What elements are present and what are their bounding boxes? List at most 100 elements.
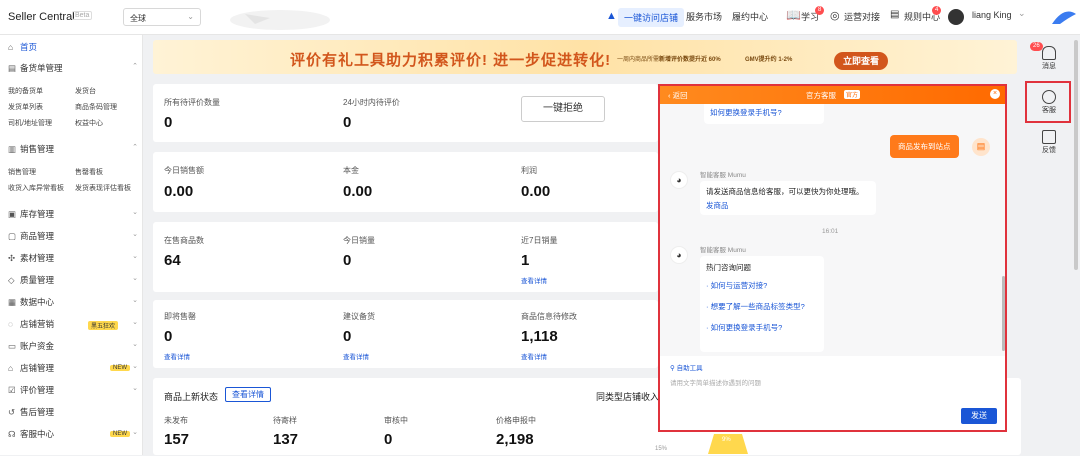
- chat-input[interactable]: 请用文字简单描述你遇到的问题: [670, 377, 950, 387]
- sidebar-item-home[interactable]: ⌂ 首页: [8, 41, 138, 53]
- stat-label: 本金: [343, 166, 359, 175]
- stat-label: 24小时内待评价: [343, 98, 400, 107]
- service-market-link[interactable]: 服务市场: [686, 10, 722, 23]
- material-icon: ✣: [8, 253, 16, 263]
- sidebar-item-marketing[interactable]: ◌ 店铺营销 ⌄: [8, 318, 138, 330]
- stat-label: 审核中: [384, 416, 408, 425]
- sidebar-sub-item[interactable]: 我的备货单: [8, 86, 43, 96]
- chevron-down-icon: ⌄: [132, 319, 138, 326]
- message-bubble: 请发送商品信息给客服，可以更快为你处理哦。 发商品: [700, 181, 876, 215]
- view-detail-link[interactable]: 查看详情: [521, 351, 547, 361]
- send-product-link[interactable]: 发商品: [706, 200, 729, 211]
- fulfillment-center-link[interactable]: 履约中心: [732, 10, 768, 23]
- faq-link[interactable]: · 想要了解一些商品标签类型?: [706, 301, 805, 312]
- chat-scrollbar[interactable]: [1002, 276, 1005, 351]
- sidebar-item-inventory[interactable]: ▣ 库存管理 ⌄: [8, 208, 138, 220]
- sidebar-sub-item[interactable]: 售罄看板: [75, 167, 103, 177]
- sidebar-item-materials[interactable]: ✣ 素材管理 ⌄: [8, 252, 138, 264]
- sidebar-item-funds[interactable]: ▭ 账户资金 ⌄: [8, 340, 138, 352]
- header-decoration: [230, 10, 330, 30]
- sidebar-sub-item[interactable]: 商品条码管理: [75, 102, 117, 112]
- view-detail-link[interactable]: 查看详情: [164, 351, 190, 361]
- region-select[interactable]: 全球 ⌄: [123, 8, 201, 26]
- sidebar-item-quality[interactable]: ◇ 质量管理 ⌄: [8, 274, 138, 286]
- timestamp: 16:01: [822, 228, 839, 235]
- app-title[interactable]: Seller Central: [8, 11, 75, 23]
- sidebar-sub-item[interactable]: 权益中心: [75, 118, 103, 128]
- back-button[interactable]: ‹ 返回: [668, 90, 688, 101]
- stat-label: 今日销售额: [164, 166, 204, 175]
- view-detail-link[interactable]: 查看详情: [521, 275, 547, 285]
- agent-name: 智能客服 Mumu: [700, 247, 746, 254]
- sidebar-item-sales[interactable]: ▥ 销售管理 ⌃: [8, 143, 138, 155]
- send-button[interactable]: 发送: [961, 408, 997, 424]
- stat-value: 2,198: [496, 431, 534, 448]
- headset-icon: ☊: [8, 429, 16, 439]
- stat-value: 0: [384, 431, 393, 448]
- stat-value: 0.00: [521, 183, 551, 200]
- stat-label: 即将售罄: [164, 312, 196, 321]
- aftersales-icon: ↺: [8, 407, 16, 417]
- visit-store-button[interactable]: 一键访问店铺: [618, 8, 685, 27]
- avatar[interactable]: [948, 9, 964, 25]
- stat-value: 1: [521, 252, 530, 269]
- sidebar-sub-item[interactable]: 销售管理: [8, 167, 36, 177]
- message-badge: 26: [1030, 42, 1043, 51]
- learn-badge: 8: [815, 6, 825, 15]
- agent-message: 请发送商品信息给客服，可以更快为你处理哦。: [706, 187, 864, 196]
- feedback-button[interactable]: 反馈: [1034, 130, 1064, 155]
- chat-header: ‹ 返回 官方客服 官方 ×: [660, 86, 1005, 104]
- user-avatar: ▤: [972, 138, 990, 156]
- chevron-down-icon: ⌄: [132, 363, 138, 370]
- sidebar-sub-item[interactable]: 发货台: [75, 86, 96, 96]
- sidebar-item-data[interactable]: ▦ 数据中心 ⌄: [8, 296, 138, 308]
- stock-card: [153, 300, 658, 368]
- sidebar-sub-item[interactable]: 司机/地址管理: [8, 118, 52, 128]
- banner-title: 评价有礼工具助力积累评价! 进一步促进转化!: [290, 52, 612, 69]
- sidebar: ⌂ 首页 ▤ 备货单管理 ⌃ 我的备货单 发货台 发货单列表 商品条码管理 司机/地址…: [0, 35, 143, 455]
- view-detail-button[interactable]: 查看详情: [225, 387, 271, 402]
- stat-value: 0: [343, 114, 352, 131]
- sidebar-item-reviews[interactable]: ☑ 评价管理 ⌄: [8, 384, 138, 396]
- page-scrollbar[interactable]: [1074, 40, 1078, 270]
- banner-note: 一周内商品所需: [617, 57, 660, 63]
- chat-messages: 如何更换登录手机号? 商品发布到站点 ▤ ◕ 智能客服 Mumu 请发送商品信息…: [660, 104, 1005, 356]
- stat-value: 137: [273, 431, 299, 448]
- sidebar-item-products[interactable]: ▢ 商品管理 ⌄: [8, 230, 138, 242]
- close-icon[interactable]: ×: [990, 89, 1000, 99]
- chevron-up-icon: ⌃: [132, 63, 138, 70]
- chevron-down-icon[interactable]: ⌄: [1018, 8, 1026, 19]
- sidebar-item-aftersales[interactable]: ↺ 售后管理: [8, 406, 138, 418]
- compare-title: 同类型店铺收入: [596, 392, 660, 402]
- stat-label: 利润: [521, 166, 537, 175]
- new-tag: NEW: [110, 365, 130, 371]
- bot-avatar-icon: ◕: [670, 246, 688, 264]
- stat-label: 所有待评价数量: [164, 98, 220, 107]
- sidebar-sub-item[interactable]: 收货入库异常看板: [8, 183, 64, 193]
- chevron-down-icon: ⌄: [187, 12, 194, 21]
- stat-value: 0.00: [164, 183, 194, 200]
- sidebar-item-stock-orders[interactable]: ▤ 备货单管理 ⌃: [8, 62, 138, 74]
- message-bubble: 如何更换登录手机号?: [704, 104, 824, 124]
- user-name[interactable]: liang King: [972, 10, 1012, 20]
- reject-all-button[interactable]: 一键拒绝: [521, 96, 605, 122]
- faq-link[interactable]: · 如何更换登录手机号?: [706, 322, 782, 333]
- faq-link[interactable]: · 如何与运营对接?: [706, 280, 767, 291]
- top-bar: Seller Central Beta 全球 ⌄ ▲ 一键访问店铺 服务市场 履…: [0, 0, 1080, 35]
- sidebar-sub-item[interactable]: 发货单列表: [8, 102, 43, 112]
- sidebar-sub-item[interactable]: 发货表现评估看板: [75, 183, 131, 193]
- sales-card: [153, 152, 658, 212]
- hot-questions-bubble: 热门咨询问题 · 如何与运营对接? · 想要了解一些商品标签类型? · 如何更换…: [700, 256, 824, 352]
- view-now-button[interactable]: 立即查看: [834, 52, 888, 70]
- banner-stat: GMV提升约 1-2%: [745, 57, 793, 63]
- shield-icon: ◇: [8, 275, 15, 285]
- view-detail-link[interactable]: 查看详情: [343, 351, 369, 361]
- agent-name: 智能客服 Mumu: [700, 172, 746, 179]
- faq-link[interactable]: 如何更换登录手机号?: [710, 107, 782, 118]
- self-service-tool[interactable]: ⚲ 自助工具: [670, 362, 703, 372]
- bell-icon: [1042, 46, 1056, 60]
- chevron-down-icon: ⌄: [132, 253, 138, 260]
- stat-label: 价格申报中: [496, 416, 536, 425]
- ops-link[interactable]: 运营对接: [844, 10, 880, 23]
- beta-badge: Beta: [72, 11, 93, 20]
